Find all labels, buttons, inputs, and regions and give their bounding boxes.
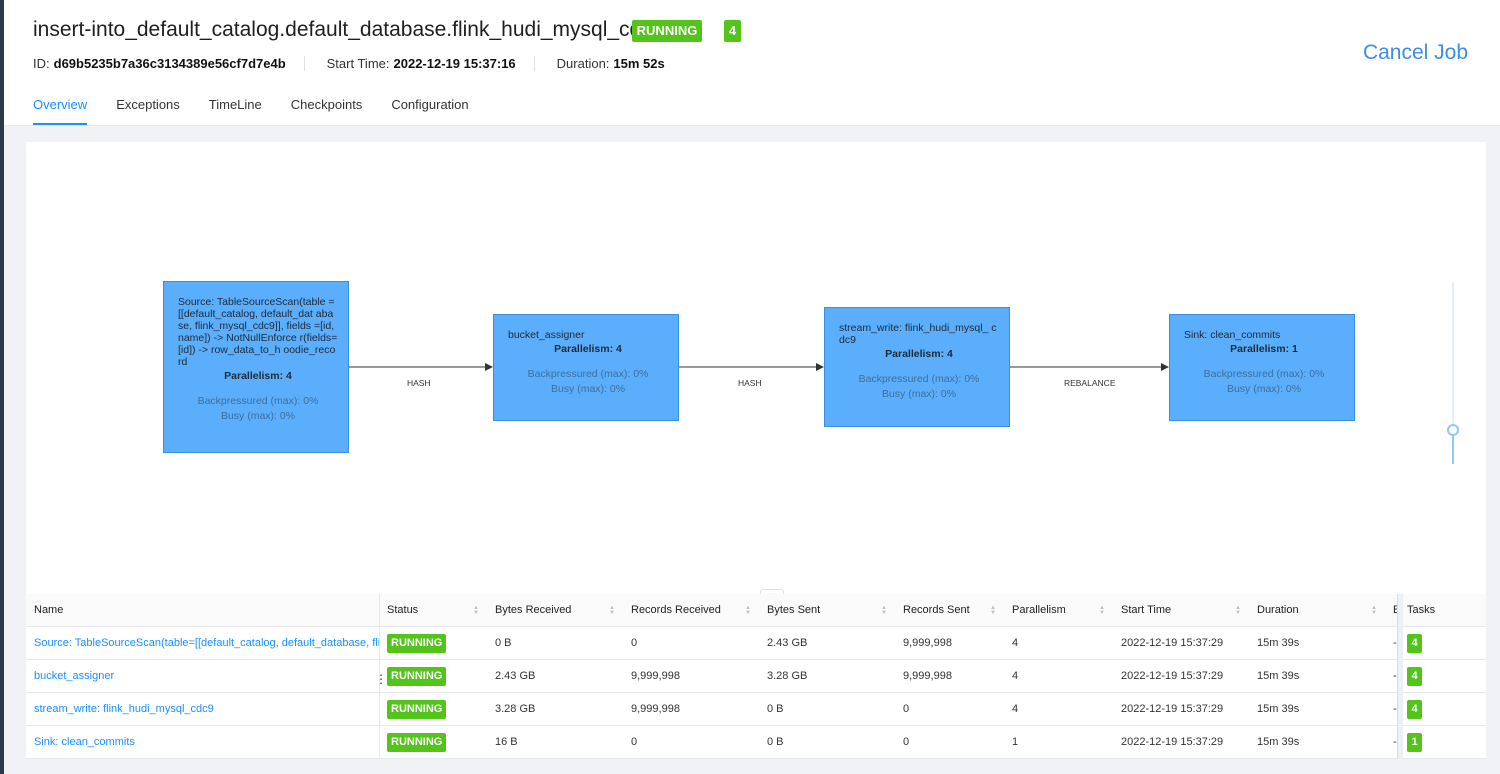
bytes-received: 3.28 GB: [495, 703, 536, 715]
bytes-received: 2.43 GB: [495, 670, 536, 682]
records-sent: 9,999,998: [903, 670, 952, 682]
cancel-job-button[interactable]: Cancel Job: [1363, 41, 1468, 65]
vertex-status: RUNNING: [379, 660, 487, 693]
vertex-status: RUNNING: [379, 726, 487, 759]
vertex-name-link[interactable]: stream_write: flink_hudi_mysql_cdc9: [26, 693, 379, 726]
column-header-name[interactable]: Name: [26, 594, 379, 627]
duration: 15m 39s: [1257, 670, 1300, 682]
records-received: 9,999,998: [631, 670, 680, 682]
duration: 15m 39s: [1257, 736, 1300, 748]
graph-node-sink[interactable]: Sink: clean_commits Parallelism: 1 Backp…: [1169, 314, 1355, 421]
vertex-name-link[interactable]: Source: TableSourceScan(table=[[default_…: [26, 627, 379, 660]
table-row[interactable]: bucket_assigner RUNNING 2.43 GB 9,999,99…: [26, 660, 1486, 693]
sort-icon: ▲ ▼: [1235, 605, 1241, 616]
job-meta: ID: d69b5235b7a36c3134389e56cf7d7e4b Star…: [33, 56, 705, 71]
parallelism: 4: [1012, 670, 1019, 682]
graph-node-source[interactable]: Source: TableSourceScan(table =[[default…: [163, 281, 349, 453]
records-sent: 9,999,998: [903, 637, 952, 649]
bytes-sent: 0 B: [767, 703, 784, 715]
job-id: ID: d69b5235b7a36c3134389e56cf7d7e4b: [33, 56, 305, 71]
column-header-tasks[interactable]: Tasks: [1399, 594, 1486, 627]
sort-icon: ▲ ▼: [990, 605, 996, 616]
column-header-records-received[interactable]: Records Received ▲ ▼: [623, 594, 759, 627]
parallelism: 4: [1012, 637, 1019, 649]
zoom-slider-handle[interactable]: [1447, 424, 1459, 436]
records-received: 0: [631, 637, 638, 649]
table-row[interactable]: Source: TableSourceScan(table=[[default_…: [26, 627, 1486, 660]
job-tabs: Overview Exceptions TimeLine Checkpoints…: [33, 97, 498, 125]
records-received: 9,999,998: [631, 703, 680, 715]
job-task-count-badge: 4: [724, 20, 741, 42]
tasks: 4: [1399, 627, 1486, 660]
tab-checkpoints[interactable]: Checkpoints: [291, 97, 363, 125]
graph-node-stream-write[interactable]: stream_write: flink_hudi_mysql_ cdc9 Par…: [824, 307, 1010, 427]
records-sent: 0: [903, 736, 910, 748]
edge-label-3: REBALANCE: [1064, 378, 1116, 388]
edge-label-2: HASH: [738, 378, 762, 388]
sort-icon: ▲ ▼: [1099, 605, 1105, 616]
vertex-status: RUNNING: [379, 627, 487, 660]
bytes-received: 0 B: [495, 637, 512, 649]
vertex-name-link[interactable]: Sink: clean_commits: [26, 726, 379, 759]
start-time: 2022-12-19 15:37:29: [1121, 703, 1224, 715]
job-graph[interactable]: Source: TableSourceScan(table =[[default…: [26, 142, 1486, 592]
edge-label-1: HASH: [407, 378, 431, 388]
job-header: insert-into_default_catalog.default_data…: [4, 0, 1500, 126]
job-title: insert-into_default_catalog.default_data…: [33, 18, 664, 41]
bytes-sent: 3.28 GB: [767, 670, 808, 682]
parallelism: 1: [1012, 736, 1019, 748]
bytes-sent: 2.43 GB: [767, 637, 808, 649]
column-header-bytes-sent[interactable]: Bytes Sent ▲ ▼: [759, 594, 895, 627]
start-time: 2022-12-19 15:37:29: [1121, 637, 1224, 649]
tab-overview[interactable]: Overview: [33, 97, 88, 125]
tasks: 1: [1399, 726, 1486, 759]
start-time: 2022-12-19 15:37:29: [1121, 736, 1224, 748]
records-sent: 0: [903, 703, 910, 715]
table-row[interactable]: Sink: clean_commits RUNNING 16 B 0 0 B 0…: [26, 726, 1486, 759]
sort-icon: ▲ ▼: [473, 605, 479, 616]
duration: 15m 39s: [1257, 703, 1300, 715]
row-menu-icon[interactable]: ⋮: [375, 672, 387, 686]
tab-configuration[interactable]: Configuration: [391, 97, 468, 125]
job-duration: Duration: 15m 52s: [556, 56, 665, 71]
sort-icon: ▲ ▼: [881, 605, 887, 616]
sort-icon: ▲ ▼: [1371, 605, 1377, 616]
duration: 15m 39s: [1257, 637, 1300, 649]
column-header-duration[interactable]: Duration ▲ ▼: [1249, 594, 1385, 627]
graph-node-bucket-assigner[interactable]: bucket_assigner Parallelism: 4 Backpress…: [493, 314, 679, 421]
column-header-records-sent[interactable]: Records Sent ▲ ▼: [895, 594, 1004, 627]
job-status-badge: RUNNING: [632, 20, 702, 42]
tasks: 4: [1399, 660, 1486, 693]
job-start-time: Start Time: 2022-12-19 15:37:16: [327, 56, 535, 71]
bytes-sent: 0 B: [767, 736, 784, 748]
tab-exceptions[interactable]: Exceptions: [116, 97, 180, 125]
vertex-status: RUNNING: [379, 693, 487, 726]
table-header: Name Status ▲ ▼ Bytes Received ▲ ▼ Records R…: [26, 594, 1486, 627]
zoom-slider-fill: [1452, 432, 1454, 464]
bytes-received: 16 B: [495, 736, 518, 748]
tab-timeline[interactable]: TimeLine: [209, 97, 262, 125]
column-header-start-time[interactable]: Start Time ▲ ▼: [1113, 594, 1249, 627]
records-received: 0: [631, 736, 638, 748]
tasks: 4: [1399, 693, 1486, 726]
column-header-parallelism[interactable]: Parallelism ▲ ▼: [1004, 594, 1113, 627]
sort-icon: ▲ ▼: [745, 605, 751, 616]
vertex-name-link[interactable]: bucket_assigner: [26, 660, 379, 693]
sort-icon: ▲ ▼: [609, 605, 615, 616]
table-row[interactable]: stream_write: flink_hudi_mysql_cdc9 RUNN…: [26, 693, 1486, 726]
column-header-status[interactable]: Status ▲ ▼: [379, 594, 487, 627]
column-header-bytes-received[interactable]: Bytes Received ▲ ▼: [487, 594, 623, 627]
parallelism: 4: [1012, 703, 1019, 715]
overview-card: Source: TableSourceScan(table =[[default…: [26, 142, 1486, 759]
table-scrollbar[interactable]: [1397, 594, 1403, 759]
start-time: 2022-12-19 15:37:29: [1121, 670, 1224, 682]
